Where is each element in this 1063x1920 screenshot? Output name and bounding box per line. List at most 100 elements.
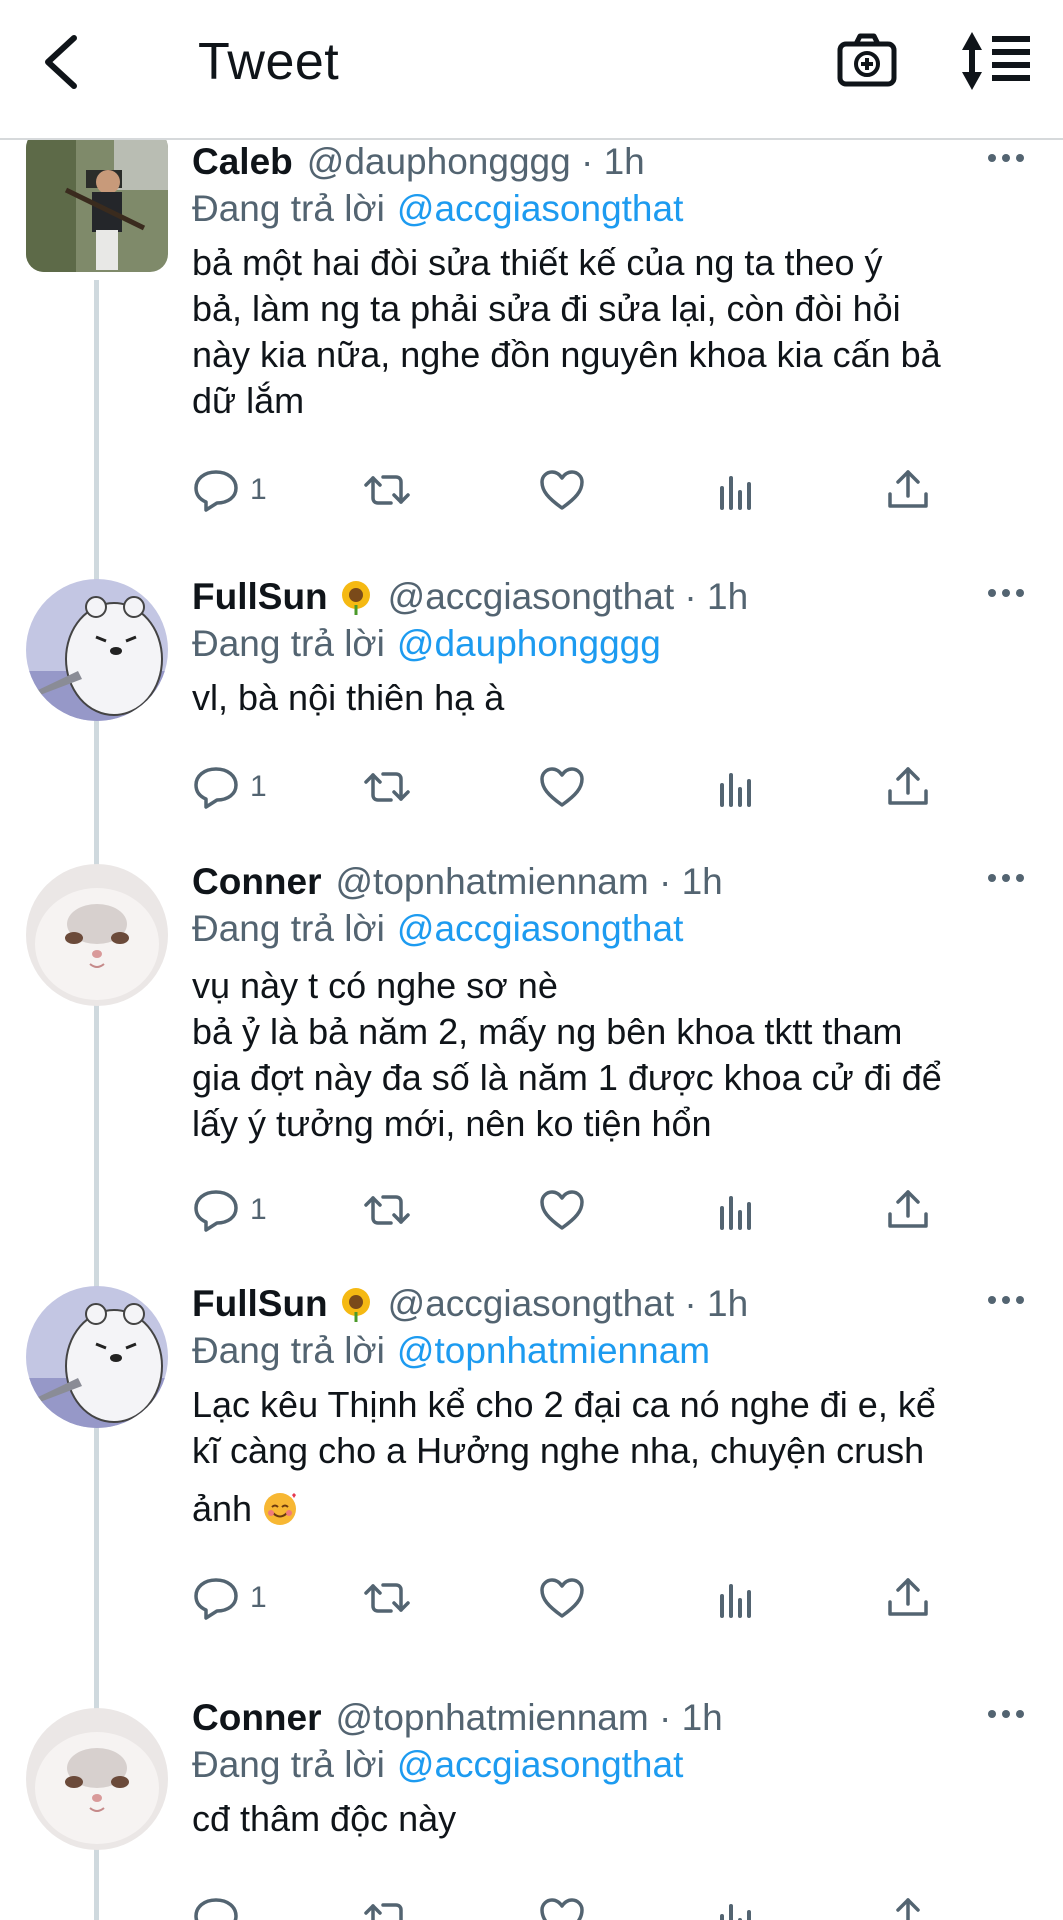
tweet-text-line: bả một hai đòi sửa thiết kế của ng ta th… [192,242,883,283]
share-button[interactable] [884,1568,932,1628]
heart-icon [540,767,584,807]
stats-button[interactable] [712,1180,760,1240]
more-button[interactable] [986,1290,1026,1310]
display-name[interactable]: Caleb [192,141,293,182]
timestamp[interactable]: · 1h [649,861,723,902]
sort-replies-button[interactable] [960,30,1032,92]
analytics-icon [720,476,751,510]
avatar[interactable] [26,1708,168,1850]
stats-button[interactable] [712,1888,760,1920]
stats-button[interactable] [712,460,760,520]
tweet[interactable]: Conner @topnhatmiennam · 1h Đang trả lời @… [0,860,1063,1260]
tweet-text-line: lấy ý tưởng mới, nên ko tiện hổn [192,1103,712,1144]
display-name[interactable]: FullSun [192,576,328,617]
reply-count: 1 [250,1193,267,1226]
tweet-actions: 1 [192,1568,952,1628]
tweet[interactable]: Caleb @dauphongggg · 1h Đang trả lời @accg… [0,140,1063,550]
replying-to-handle[interactable]: @accgiasongthat [397,908,683,949]
avatar[interactable] [26,579,168,721]
more-horizontal-icon [988,1710,1024,1718]
replies-feed[interactable]: Caleb @dauphongggg · 1h Đang trả lời @accg… [0,140,1063,1920]
user-handle[interactable]: @accgiasongthat [388,576,674,617]
back-button[interactable] [38,30,94,94]
share-icon [888,470,928,508]
more-button[interactable] [986,583,1026,603]
avatar[interactable] [26,140,168,272]
reply-count: 1 [250,770,267,803]
display-name[interactable]: FullSun [192,1283,328,1324]
replying-to-handle[interactable]: @accgiasongthat [397,1744,683,1785]
user-handle[interactable]: @topnhatmiennam [336,861,649,902]
tweet-actions: 1 [192,757,952,817]
camera-add-icon [837,33,897,87]
retweet-button[interactable] [363,1568,421,1628]
like-button[interactable] [538,1180,596,1240]
share-icon [896,1898,920,1920]
heart-icon [540,1898,584,1920]
tweet[interactable]: FullSun @accgiasongthat · 1h Đang trả lời… [0,575,1063,845]
tweet-actions: 1 [192,460,952,520]
avatar[interactable] [26,864,168,1006]
display-name[interactable]: Conner [192,1697,322,1738]
like-button[interactable] [538,757,596,817]
retweet-icon [364,1903,403,1920]
share-button[interactable] [884,460,932,520]
user-handle[interactable]: @accgiasongthat [388,1283,674,1324]
reply-button[interactable]: 1 [192,1568,267,1628]
camera-button[interactable] [836,30,898,92]
stats-button[interactable] [712,757,760,817]
reply-button[interactable] [192,1888,250,1920]
tweet-text-line: vl, bà nội thiên hạ à [192,677,505,718]
page-title: Tweet [198,33,340,91]
tweet-text-line: cđ thâm độc này [192,1798,457,1839]
share-button[interactable] [884,1180,932,1240]
retweet-button[interactable] [363,757,421,817]
user-handle[interactable]: @topnhatmiennam [336,1697,649,1738]
user-handle[interactable]: @dauphongggg [307,141,571,182]
retweet-button[interactable] [363,460,421,520]
tweet-text-line: gia đợt này đa số là năm 1 được khoa cử … [192,1057,942,1098]
more-button[interactable] [986,1704,1026,1724]
timestamp[interactable]: · 1h [571,141,645,182]
tweet[interactable]: Conner @topnhatmiennam · 1h Đang trả lời @… [0,1696,1063,1920]
like-button[interactable] [538,1888,596,1920]
tweet[interactable]: FullSun @accgiasongthat · 1h Đang trả lời… [0,1282,1063,1682]
stats-button[interactable] [712,1568,760,1628]
more-horizontal-icon [988,1296,1024,1304]
timestamp[interactable]: · 1h [649,1697,723,1738]
more-horizontal-icon [988,589,1024,597]
replying-to-handle[interactable]: @dauphongggg [397,623,661,664]
share-button[interactable] [884,1888,932,1920]
replying-to-handle[interactable]: @accgiasongthat [397,188,683,229]
reply-button[interactable]: 1 [192,757,267,817]
tweet-text: bả một hai đòi sửa thiết kế của ng ta th… [192,240,1032,424]
timestamp[interactable]: · 1h [674,1283,748,1324]
retweet-icon [364,1583,410,1613]
more-button[interactable] [986,148,1026,168]
sunflower-emoji [341,581,370,615]
sort-replies-icon [962,32,1030,90]
replying-to: Đang trả lời @accgiasongthat [192,1743,683,1787]
tweet-header: Caleb @dauphongggg · 1h [192,140,645,184]
analytics-icon [720,1584,751,1618]
timestamp[interactable]: · 1h [674,576,748,617]
reply-button[interactable]: 1 [192,1180,267,1240]
avatar[interactable] [26,1286,168,1428]
tweet-text-line: này kia nữa, nghe đồn nguyên khoa kia cấ… [192,334,941,375]
display-name[interactable]: Conner [192,861,322,902]
reply-button[interactable]: 1 [192,460,267,520]
replying-label: Đang trả lời [192,908,385,949]
like-button[interactable] [538,460,596,520]
share-button[interactable] [884,757,932,817]
like-button[interactable] [538,1568,596,1628]
more-horizontal-icon [988,874,1024,882]
replying-to: Đang trả lời @topnhatmiennam [192,1329,710,1373]
tweet-text-line: vụ này t có nghe sơ nè [192,965,558,1006]
retweet-button[interactable] [363,1888,421,1920]
replying-to-handle[interactable]: @topnhatmiennam [397,1330,710,1371]
arrow-left-icon [45,35,77,89]
more-button[interactable] [986,868,1026,888]
tweet-actions [192,1888,952,1920]
replying-to: Đang trả lời @accgiasongthat [192,907,683,951]
retweet-button[interactable] [363,1180,421,1240]
